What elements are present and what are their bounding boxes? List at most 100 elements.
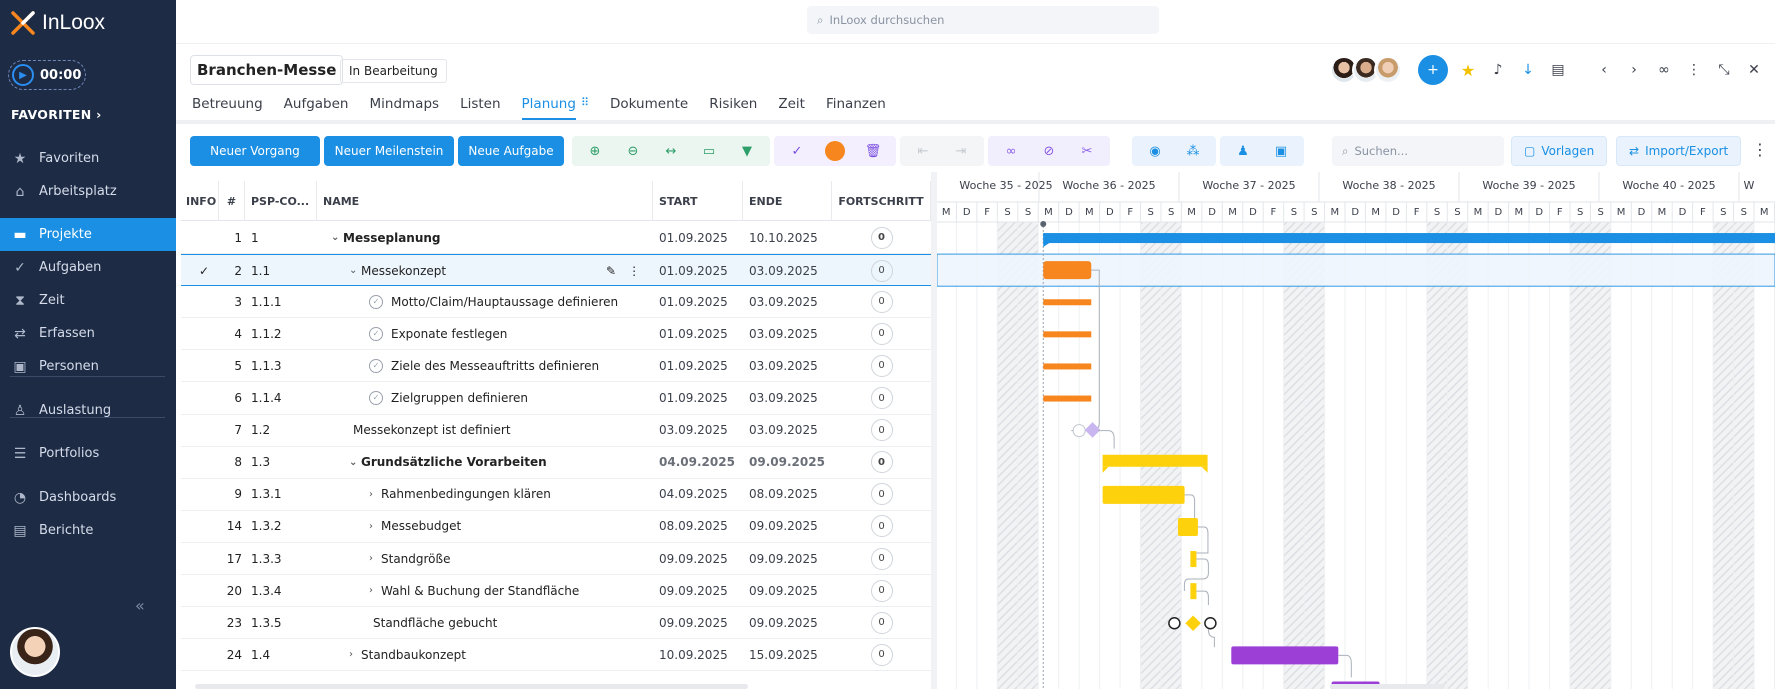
remove-links-icon[interactable]: ✂ xyxy=(1068,144,1106,159)
sidebar-item-dashboards[interactable]: ◔ Dashboards xyxy=(0,481,176,514)
tab-listen[interactable]: Listen xyxy=(460,96,500,120)
col-num[interactable]: # xyxy=(219,181,245,221)
progress-indicator[interactable]: 0 xyxy=(870,451,893,474)
tab-betreuung[interactable]: Betreuung xyxy=(192,96,263,120)
gantt-bar-standbaukonzept[interactable] xyxy=(1231,646,1339,665)
tab-mindmaps[interactable]: Mindmaps xyxy=(370,96,440,120)
color-picker-icon[interactable] xyxy=(816,141,854,161)
close-icon[interactable]: ✕ xyxy=(1744,62,1764,78)
fit-width-icon[interactable]: ↔ xyxy=(652,144,690,159)
inloox-logo[interactable]: InLoox xyxy=(10,10,105,36)
global-search-input[interactable]: ⌕ InLoox durchsuchen xyxy=(807,6,1159,34)
sidebar-item-personen[interactable]: ▣ Personen xyxy=(0,350,176,383)
col-name[interactable]: NAME xyxy=(317,181,653,221)
progress-indicator[interactable]: 0 xyxy=(870,387,893,409)
progress-indicator[interactable]: 0 xyxy=(870,419,893,442)
project-status-badge[interactable]: In Bearbeitung xyxy=(340,59,447,83)
link-tasks-icon[interactable]: ∞ xyxy=(992,144,1030,159)
table-row[interactable]: 6 1.1.4 ✓ Zielgruppen definieren 01.09.2025 0… xyxy=(181,383,931,415)
resource-icon[interactable]: ♟ xyxy=(1224,144,1262,159)
timer-widget[interactable]: ▶ 00:00 xyxy=(8,60,86,90)
tab-planung[interactable]: Planung xyxy=(521,96,576,120)
col-psp[interactable]: PSP-CO... xyxy=(245,181,317,221)
gantt-bar-standgroesse[interactable] xyxy=(1190,551,1197,568)
progress-indicator[interactable]: 0 xyxy=(870,579,893,602)
gantt-bar-buchung[interactable] xyxy=(1190,583,1197,600)
member-avatar[interactable] xyxy=(1374,56,1402,84)
sidebar-item-erfassen[interactable]: ⇄ Erfassen xyxy=(0,317,176,350)
gantt-milestone-messekonzept[interactable] xyxy=(1084,422,1101,438)
sidebar-item-favoriten[interactable]: ★ Favoriten xyxy=(0,142,176,175)
task-name[interactable]: Ziele des Messeauftritts definieren xyxy=(391,359,599,373)
sidebar-item-berichte[interactable]: ▤ Berichte xyxy=(0,514,176,547)
col-start[interactable]: START xyxy=(653,181,743,221)
gantt-bar-messekonzept[interactable] xyxy=(1043,261,1092,280)
indent-icon[interactable]: ⇥ xyxy=(942,144,980,159)
sidebar-item-portfolios[interactable]: ☰ Portfolios xyxy=(0,437,176,470)
collapse-sidebar-icon[interactable]: « xyxy=(135,596,145,615)
more-vertical-icon[interactable]: ⋮ xyxy=(1684,62,1704,78)
gantt-task-bar[interactable] xyxy=(1043,395,1092,402)
zoom-out-icon[interactable]: ⊖ xyxy=(614,144,652,159)
outdent-icon[interactable]: ⇤ xyxy=(904,144,942,159)
table-row[interactable]: ✓ 2 1.1 ⌄ Messekonzept ✎ ⋮ 01.09.2025 03.09.2025… xyxy=(181,254,931,287)
progress-indicator[interactable]: 0 xyxy=(870,611,893,634)
progress-indicator[interactable]: 0 xyxy=(870,290,893,313)
gantt-milestone-standflaeche[interactable] xyxy=(1185,615,1201,632)
task-name[interactable]: Standfläche gebucht xyxy=(373,616,497,630)
new-task-button[interactable]: Neue Aufgabe xyxy=(458,136,564,166)
table-row[interactable]: 9 1.3.1 › Rahmenbedingungen klären 04.09.202… xyxy=(181,479,931,511)
task-status-icon[interactable]: ✓ xyxy=(369,358,383,373)
gantt-summary-bar[interactable] xyxy=(1043,233,1775,244)
more-vertical-icon[interactable]: ⋮ xyxy=(1752,140,1768,159)
chevron-right-icon[interactable]: › xyxy=(369,489,381,500)
unlink-tasks-icon[interactable]: ⊘ xyxy=(1030,144,1068,159)
bell-icon[interactable]: ♪ xyxy=(1488,62,1508,78)
col-end[interactable]: ENDE xyxy=(743,181,832,221)
progress-indicator[interactable]: 0 xyxy=(870,354,893,377)
new-milestone-button[interactable]: Neuer Meilenstein xyxy=(324,136,454,166)
task-name[interactable]: Zielgruppen definieren xyxy=(391,391,528,405)
complete-check-icon[interactable]: ✓ xyxy=(778,144,816,159)
table-row[interactable]: 20 1.3.4 › Wahl & Buchung der Standfläche 09… xyxy=(181,575,931,608)
zoom-in-icon[interactable]: ⊕ xyxy=(576,144,614,159)
chevron-left-icon[interactable]: ‹ xyxy=(1594,62,1614,78)
project-title[interactable]: Branchen-Messe xyxy=(190,55,344,85)
progress-indicator[interactable]: 0 xyxy=(870,483,893,506)
task-name[interactable]: Messekonzept xyxy=(361,264,446,278)
table-row[interactable]: 14 1.3.2 › Messebudget 08.09.2025 09.09.2025 0 xyxy=(181,511,931,543)
tab-zeit[interactable]: Zeit xyxy=(778,96,805,120)
play-icon[interactable]: ▶ xyxy=(12,64,34,86)
panel-icon[interactable]: ▣ xyxy=(1262,144,1300,159)
table-row[interactable]: 24 1.4 › Standbaukonzept 10.09.2025 15.09.202… xyxy=(181,639,931,672)
filter-icon[interactable]: ▼ xyxy=(728,144,766,159)
gantt-bar-rahmenbedingungen[interactable] xyxy=(1102,485,1185,504)
chevron-down-icon[interactable]: ⌄ xyxy=(349,457,361,468)
add-member-icon[interactable]: + xyxy=(1418,55,1448,85)
chevron-right-icon[interactable]: › xyxy=(369,521,381,532)
tab-dokumente[interactable]: Dokumente xyxy=(610,96,688,120)
sidebar-item-auslastung[interactable]: ♙ Auslastung xyxy=(0,394,176,427)
table-row[interactable]: 1 1 ⌄ Messeplanung 01.09.2025 10.10.2025 0 xyxy=(181,222,931,254)
chevron-right-icon[interactable]: › xyxy=(369,553,381,564)
progress-indicator[interactable]: 0 xyxy=(870,259,893,282)
tab-risiken[interactable]: Risiken xyxy=(709,96,757,120)
user-avatar[interactable] xyxy=(10,627,60,677)
toggle-view-icon[interactable]: ▭ xyxy=(690,144,728,159)
more-vertical-icon[interactable]: ⋮ xyxy=(628,264,640,278)
chevron-right-icon[interactable]: › xyxy=(1624,62,1644,78)
delete-icon[interactable]: 🗑 xyxy=(854,144,892,159)
camera-icon[interactable]: ◉ xyxy=(1136,144,1174,159)
favorites-header[interactable]: FAVORITEN › xyxy=(11,107,102,122)
chevron-down-icon[interactable]: ⌄ xyxy=(331,232,343,243)
download-icon[interactable]: ↓ xyxy=(1518,62,1538,78)
task-name[interactable]: Grundsätzliche Vorarbeiten xyxy=(361,455,547,469)
table-row[interactable]: 5 1.1.3 ✓ Ziele des Messeauftritts definier… xyxy=(181,350,931,383)
sidebar-item-projekte[interactable]: ▬ Projekte xyxy=(0,218,176,251)
task-name[interactable]: Rahmenbedingungen klären xyxy=(381,487,551,501)
table-row[interactable]: 17 1.3.3 › Standgröße 09.09.2025 09.09.2025 0 xyxy=(181,543,931,575)
tab-aufgaben[interactable]: Aufgaben xyxy=(284,96,349,120)
favorite-star-icon[interactable]: ★ xyxy=(1458,61,1478,80)
gantt-task-bar[interactable] xyxy=(1043,363,1092,370)
table-row[interactable]: 3 1.1.1 ✓ Motto/Claim/Hauptaussage definier… xyxy=(181,286,931,319)
